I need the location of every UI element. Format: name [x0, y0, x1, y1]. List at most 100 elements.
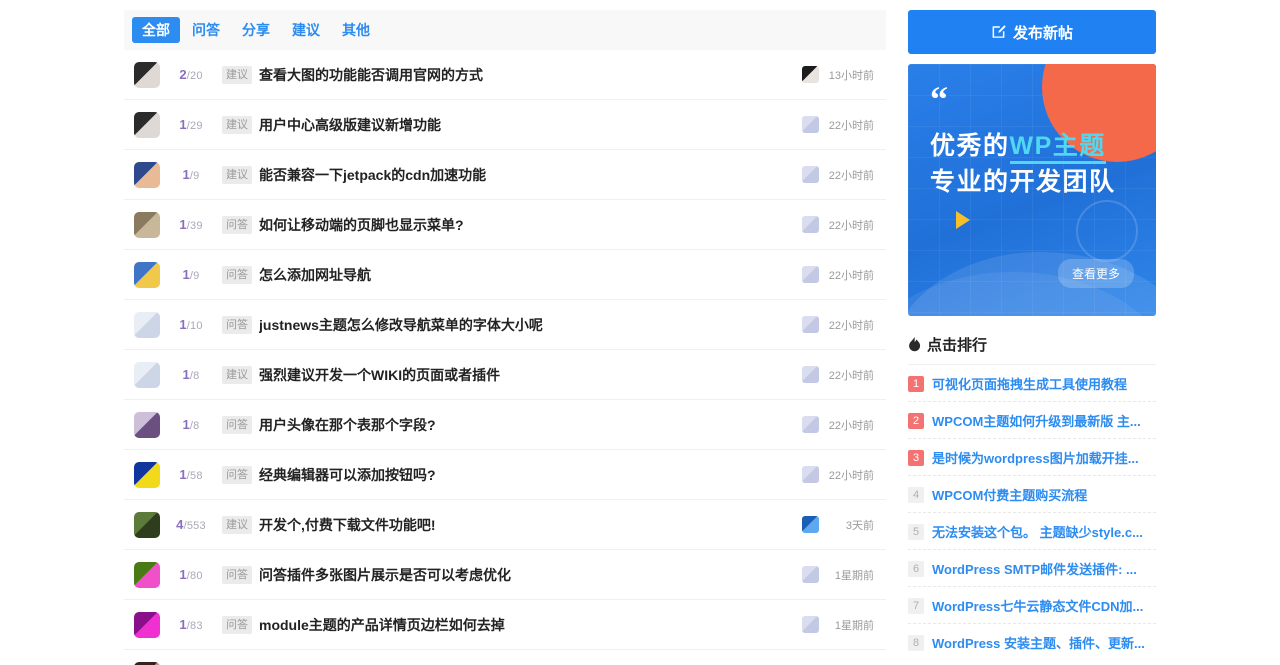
tab-all-active[interactable]: 全部: [132, 17, 180, 43]
post-row[interactable]: 1/9问答怎么添加网址导航22小时前: [124, 250, 886, 300]
post-title-link[interactable]: 怎么添加网址导航: [259, 265, 371, 285]
category-badge[interactable]: 问答: [222, 616, 252, 634]
author-avatar[interactable]: [134, 212, 160, 238]
post-meta: 22小时前: [802, 266, 874, 283]
author-avatar[interactable]: [134, 412, 160, 438]
category-badge[interactable]: 问答: [222, 466, 252, 484]
author-avatar[interactable]: [134, 112, 160, 138]
post-meta: 22小时前: [802, 416, 874, 433]
category-badge[interactable]: 建议: [222, 66, 252, 84]
author-avatar[interactable]: [134, 262, 160, 288]
ranking-item-link[interactable]: WordPress七牛云静态文件CDN加...: [932, 596, 1156, 615]
category-badge[interactable]: 问答: [222, 416, 252, 434]
category-badge[interactable]: 问答: [222, 316, 252, 334]
ranking-item-link[interactable]: WPCOM付费主题购买流程: [932, 485, 1156, 504]
post-row[interactable]: 1/83问答module主题的产品详情页边栏如何去掉1星期前: [124, 600, 886, 650]
post-title-link[interactable]: 开发个,付费下载文件功能吧!: [259, 515, 436, 535]
category-badge[interactable]: 问答: [222, 266, 252, 284]
post-row[interactable]: 4/553建议开发个,付费下载文件功能吧! 3天前: [124, 500, 886, 550]
post-row[interactable]: 1/10问答justnews主题怎么修改导航菜单的字体大小呢22小时前: [124, 300, 886, 350]
author-avatar[interactable]: [134, 662, 160, 665]
post-row[interactable]: 1/29建议用户中心高级版建议新增功能22小时前: [124, 100, 886, 150]
tab-item-1[interactable]: 问答: [182, 17, 230, 43]
ranking-item-link[interactable]: WPCOM主题如何升级到最新版 主...: [932, 411, 1156, 430]
post-timestamp: 22小时前: [828, 367, 874, 383]
post-row[interactable]: [124, 650, 886, 665]
ranking-item-link[interactable]: 是时候为wordpress图片加载开挂...: [932, 448, 1156, 467]
last-reply-avatar[interactable]: [802, 366, 819, 383]
ranking-position-badge: 2: [908, 413, 924, 429]
ranking-item[interactable]: 6WordPress SMTP邮件发送插件: ...: [908, 550, 1156, 587]
last-reply-avatar[interactable]: [802, 216, 819, 233]
new-post-button[interactable]: 发布新帖: [908, 10, 1156, 54]
category-badge[interactable]: 建议: [222, 366, 252, 384]
post-row[interactable]: 1/58问答经典编辑器可以添加按钮吗?22小时前: [124, 450, 886, 500]
reply-view-count: 4/553: [160, 517, 222, 532]
category-badge[interactable]: 问答: [222, 566, 252, 584]
author-avatar[interactable]: [134, 562, 160, 588]
author-avatar[interactable]: [134, 612, 160, 638]
category-badge[interactable]: 问答: [222, 216, 252, 234]
tab-item-3[interactable]: 建议: [282, 17, 330, 43]
promo-quote-mark: “: [930, 88, 1134, 114]
last-reply-avatar[interactable]: [802, 566, 819, 583]
post-row[interactable]: 1/8建议强烈建议开发一个WIKI的页面或者插件 22小时前: [124, 350, 886, 400]
promo-banner[interactable]: “ 优秀的WP主题 专业的开发团队 查看更多: [908, 64, 1156, 316]
last-reply-avatar[interactable]: [802, 616, 819, 633]
reply-view-count: 1/8: [160, 367, 222, 382]
category-badge[interactable]: 建议: [222, 516, 252, 534]
post-title-link[interactable]: 查看大图的功能能否调用官网的方式: [259, 65, 483, 85]
last-reply-avatar[interactable]: [802, 416, 819, 433]
category-badge[interactable]: 建议: [222, 116, 252, 134]
tab-item-4[interactable]: 其他: [332, 17, 380, 43]
post-title-link[interactable]: module主题的产品详情页边栏如何去掉: [259, 615, 505, 635]
reply-view-count: 1/58: [160, 467, 222, 482]
author-avatar[interactable]: [134, 512, 160, 538]
ranking-item[interactable]: 8WordPress 安装主题、插件、更新...: [908, 624, 1156, 660]
last-reply-avatar[interactable]: [802, 316, 819, 333]
author-avatar[interactable]: [134, 62, 160, 88]
post-row[interactable]: 1/8问答用户头像在那个表那个字段?22小时前: [124, 400, 886, 450]
post-title-link[interactable]: 能否兼容一下jetpack的cdn加速功能: [259, 165, 486, 185]
post-title-link[interactable]: 如何让移动端的页脚也显示菜单?: [259, 215, 464, 235]
play-triangle-icon: [956, 211, 970, 229]
post-row[interactable]: 2/20建议查看大图的功能能否调用官网的方式13小时前: [124, 50, 886, 100]
last-reply-avatar[interactable]: [802, 166, 819, 183]
ranking-item[interactable]: 3是时候为wordpress图片加载开挂...: [908, 439, 1156, 476]
post-title-wrap: 建议强烈建议开发一个WIKI的页面或者插件: [222, 365, 790, 385]
ranking-item[interactable]: 7WordPress七牛云静态文件CDN加...: [908, 587, 1156, 624]
ranking-item[interactable]: 5无法安装这个包。 主题缺少style.c...: [908, 513, 1156, 550]
post-title-link[interactable]: 经典编辑器可以添加按钮吗?: [259, 465, 436, 485]
ranking-item-link[interactable]: WordPress 安装主题、插件、更新...: [932, 633, 1156, 652]
ranking-item-link[interactable]: 可视化页面拖拽生成工具使用教程: [932, 374, 1156, 393]
promo-headline-line2: 专业的开发团队: [930, 164, 1134, 200]
post-row[interactable]: 1/80问答问答插件多张图片展示是否可以考虑优化1星期前: [124, 550, 886, 600]
post-title-link[interactable]: 问答插件多张图片展示是否可以考虑优化: [259, 565, 511, 585]
ranking-item-link[interactable]: WordPress SMTP邮件发送插件: ...: [932, 559, 1156, 578]
author-avatar[interactable]: [134, 162, 160, 188]
last-reply-avatar[interactable]: [802, 466, 819, 483]
last-reply-avatar[interactable]: [802, 266, 819, 283]
post-title-link[interactable]: justnews主题怎么修改导航菜单的字体大小呢: [259, 315, 543, 335]
author-avatar[interactable]: [134, 312, 160, 338]
tab-item-2[interactable]: 分享: [232, 17, 280, 43]
post-row[interactable]: 1/9建议能否兼容一下jetpack的cdn加速功能22小时前: [124, 150, 886, 200]
click-ranking-widget: 点击排行 1可视化页面拖拽生成工具使用教程2WPCOM主题如何升级到最新版 主.…: [908, 334, 1156, 660]
last-reply-avatar[interactable]: [802, 516, 819, 533]
post-title-link[interactable]: 用户中心高级版建议新增功能: [259, 115, 441, 135]
category-badge[interactable]: 建议: [222, 166, 252, 184]
ranking-item[interactable]: 4WPCOM付费主题购买流程: [908, 476, 1156, 513]
author-avatar[interactable]: [134, 462, 160, 488]
last-reply-avatar[interactable]: [802, 116, 819, 133]
last-reply-avatar[interactable]: [802, 66, 819, 83]
post-timestamp: 3天前: [828, 517, 874, 533]
post-title-link[interactable]: 用户头像在那个表那个字段?: [259, 415, 436, 435]
ranking-item-link[interactable]: 无法安装这个包。 主题缺少style.c...: [932, 522, 1156, 541]
reply-view-count: 1/80: [160, 567, 222, 582]
ranking-item[interactable]: 2 WPCOM主题如何升级到最新版 主...: [908, 402, 1156, 439]
post-title-link[interactable]: 强烈建议开发一个WIKI的页面或者插件: [259, 365, 500, 385]
post-row[interactable]: 1/39问答如何让移动端的页脚也显示菜单?22小时前: [124, 200, 886, 250]
promo-more-button[interactable]: 查看更多: [1058, 259, 1134, 288]
author-avatar[interactable]: [134, 362, 160, 388]
ranking-item[interactable]: 1可视化页面拖拽生成工具使用教程: [908, 365, 1156, 402]
